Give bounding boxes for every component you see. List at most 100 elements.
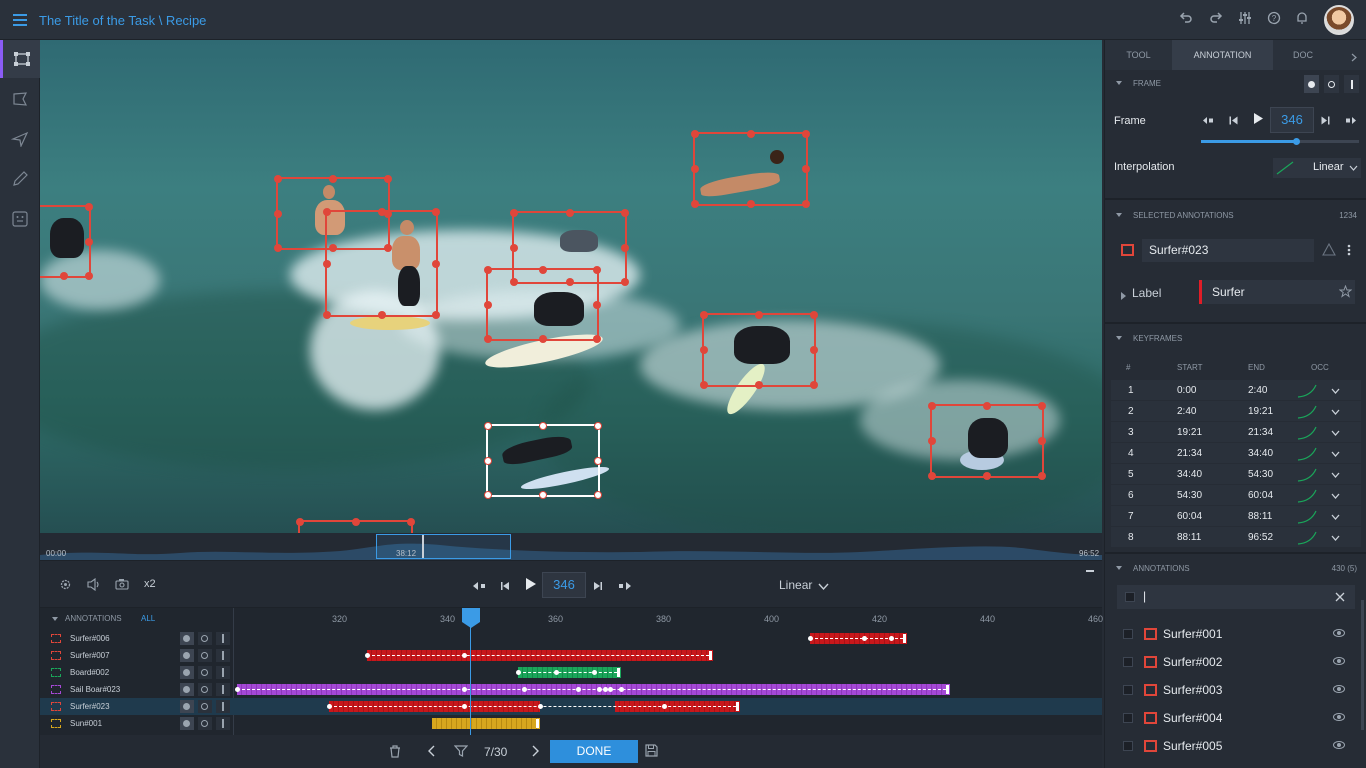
prev-frame-icon[interactable] xyxy=(500,580,510,594)
track-visible-dot[interactable] xyxy=(180,666,194,679)
annotation-checkbox[interactable] xyxy=(1123,741,1133,751)
track-visible-dot[interactable] xyxy=(180,700,194,713)
bbox-surfer-d[interactable] xyxy=(484,266,601,343)
first-frame-icon[interactable] xyxy=(472,580,486,594)
hollow-dot-icon[interactable] xyxy=(1324,75,1339,93)
face-tool-icon[interactable] xyxy=(0,200,40,238)
trash-icon[interactable] xyxy=(389,745,401,761)
eye-icon[interactable] xyxy=(1333,685,1345,693)
tab-tool[interactable]: TOOL xyxy=(1105,40,1172,70)
track-bar-toggle[interactable] xyxy=(216,717,230,730)
video-canvas[interactable] xyxy=(40,40,1102,533)
keyframe-row[interactable]: 3 19:21 21:34 xyxy=(1111,422,1361,443)
chevron-down-icon[interactable] xyxy=(1331,493,1340,499)
play-icon[interactable] xyxy=(525,577,537,594)
next-frame-icon[interactable] xyxy=(593,580,603,594)
filter-icon[interactable] xyxy=(453,745,469,760)
chevron-down-icon[interactable] xyxy=(1331,430,1340,436)
keyframe-dot[interactable] xyxy=(861,636,867,641)
bbox-tool-icon[interactable] xyxy=(0,40,40,78)
video-scrubber[interactable]: 00:00 38:12 96:52 xyxy=(40,533,1102,560)
track-end-marker[interactable] xyxy=(735,702,739,711)
track-visible-dot[interactable] xyxy=(180,632,194,645)
bar-icon[interactable] xyxy=(1344,75,1359,93)
chevron-down-icon[interactable] xyxy=(818,580,829,594)
timeline-track[interactable]: Sail Boar#023 xyxy=(40,681,1102,698)
bbox-surfer-b[interactable] xyxy=(323,208,440,319)
track-bar-toggle[interactable] xyxy=(216,700,230,713)
eye-icon[interactable] xyxy=(1333,657,1345,665)
ease-curve-icon[interactable] xyxy=(1297,447,1317,461)
keyframe-dot[interactable] xyxy=(365,653,370,658)
ease-curve-icon[interactable] xyxy=(1297,468,1317,482)
polygon-tool-icon[interactable] xyxy=(0,80,40,118)
undo-icon[interactable] xyxy=(1176,10,1196,30)
keyframe-row[interactable]: 2 2:40 19:21 xyxy=(1111,401,1361,422)
ease-curve-icon[interactable] xyxy=(1297,531,1317,545)
settings-icon[interactable] xyxy=(59,578,72,594)
annotation-list-item[interactable]: Surfer#003 xyxy=(1115,676,1357,704)
keyframe-dot[interactable] xyxy=(662,704,667,709)
track-hollow-dot[interactable] xyxy=(198,683,212,696)
redo-icon[interactable] xyxy=(1206,10,1226,30)
done-button[interactable]: DONE xyxy=(550,740,638,763)
keyframe-dot[interactable] xyxy=(602,687,608,692)
annotation-list-item[interactable]: Surfer#001 xyxy=(1115,620,1357,648)
bbox-surfer-f[interactable] xyxy=(700,311,818,389)
timeline-track[interactable]: Surfer#007 xyxy=(40,647,1102,664)
bbox-surfer-selected[interactable] xyxy=(484,422,602,499)
track-end-marker[interactable] xyxy=(903,634,906,643)
bbox-surfer-left[interactable] xyxy=(40,203,93,280)
track-end-marker[interactable] xyxy=(708,651,712,660)
filled-dot-icon[interactable] xyxy=(1304,75,1319,93)
annotations-scrollbar[interactable] xyxy=(1361,600,1364,730)
bbox-surfer-g[interactable] xyxy=(928,402,1046,480)
menu-icon[interactable] xyxy=(13,14,27,26)
play-icon[interactable] xyxy=(1253,112,1264,128)
panel-frame-input[interactable]: 346 xyxy=(1270,107,1314,133)
track-visible-dot[interactable] xyxy=(180,683,194,696)
track-visible-dot[interactable] xyxy=(180,717,194,730)
track-bar-toggle[interactable] xyxy=(216,666,230,679)
keyframe-dot[interactable] xyxy=(591,670,597,675)
track-segment[interactable] xyxy=(431,718,540,729)
next-frame-icon[interactable] xyxy=(1321,114,1330,128)
chevron-left-icon[interactable] xyxy=(427,745,435,760)
track-end-marker[interactable] xyxy=(616,668,620,677)
keyframe-dot[interactable] xyxy=(888,636,894,641)
annotation-list-item[interactable]: Surfer#004 xyxy=(1115,704,1357,732)
pencil-tool-icon[interactable] xyxy=(0,160,40,198)
annotation-list-item[interactable]: Surfer#002 xyxy=(1115,648,1357,676)
annotation-search[interactable]: | xyxy=(1117,585,1355,609)
keyframe-row[interactable]: 7 60:04 88:11 xyxy=(1111,506,1361,527)
camera-icon[interactable] xyxy=(115,578,129,593)
keyframe-row[interactable]: 5 34:40 54:30 xyxy=(1111,464,1361,485)
timeline-playhead[interactable] xyxy=(470,626,471,736)
eye-icon[interactable] xyxy=(1333,629,1345,637)
selected-annotation-name[interactable]: Surfer#023 xyxy=(1142,239,1314,262)
keyframe-dot[interactable] xyxy=(608,687,613,692)
keyframe-row[interactable]: 4 21:34 34:40 xyxy=(1111,443,1361,464)
ease-curve-icon[interactable] xyxy=(1297,405,1317,419)
timeline-track[interactable]: Surfer#023 xyxy=(40,698,1102,715)
track-end-marker[interactable] xyxy=(535,719,539,728)
track-bar-toggle[interactable] xyxy=(216,683,230,696)
track-bar-toggle[interactable] xyxy=(216,632,230,645)
track-hollow-dot[interactable] xyxy=(198,666,212,679)
ease-curve-icon[interactable] xyxy=(1297,384,1317,398)
point-tool-icon[interactable] xyxy=(0,120,40,158)
keyframes-header[interactable]: KEYFRAMES xyxy=(1105,328,1366,350)
track-end-marker[interactable] xyxy=(946,685,950,694)
tab-annotation[interactable]: ANNOTATION xyxy=(1172,40,1273,70)
keyframe-dot[interactable] xyxy=(521,687,527,692)
interpolation-dropdown[interactable]: Linear xyxy=(1273,158,1361,178)
bbox-surfer-bottom[interactable] xyxy=(296,518,415,533)
save-icon[interactable] xyxy=(645,744,658,760)
track-hollow-dot[interactable] xyxy=(198,649,212,662)
selected-annotations-header[interactable]: SELECTED ANNOTATIONS 1234 xyxy=(1105,205,1366,227)
annotations-list-header[interactable]: ANNOTATIONS 430 (5) xyxy=(1105,558,1366,580)
chevron-down-icon[interactable] xyxy=(1331,451,1340,457)
chevron-right-icon[interactable] xyxy=(1351,51,1357,65)
annotation-checkbox[interactable] xyxy=(1123,657,1133,667)
annotation-list-item[interactable]: Surfer#005 xyxy=(1115,732,1357,760)
